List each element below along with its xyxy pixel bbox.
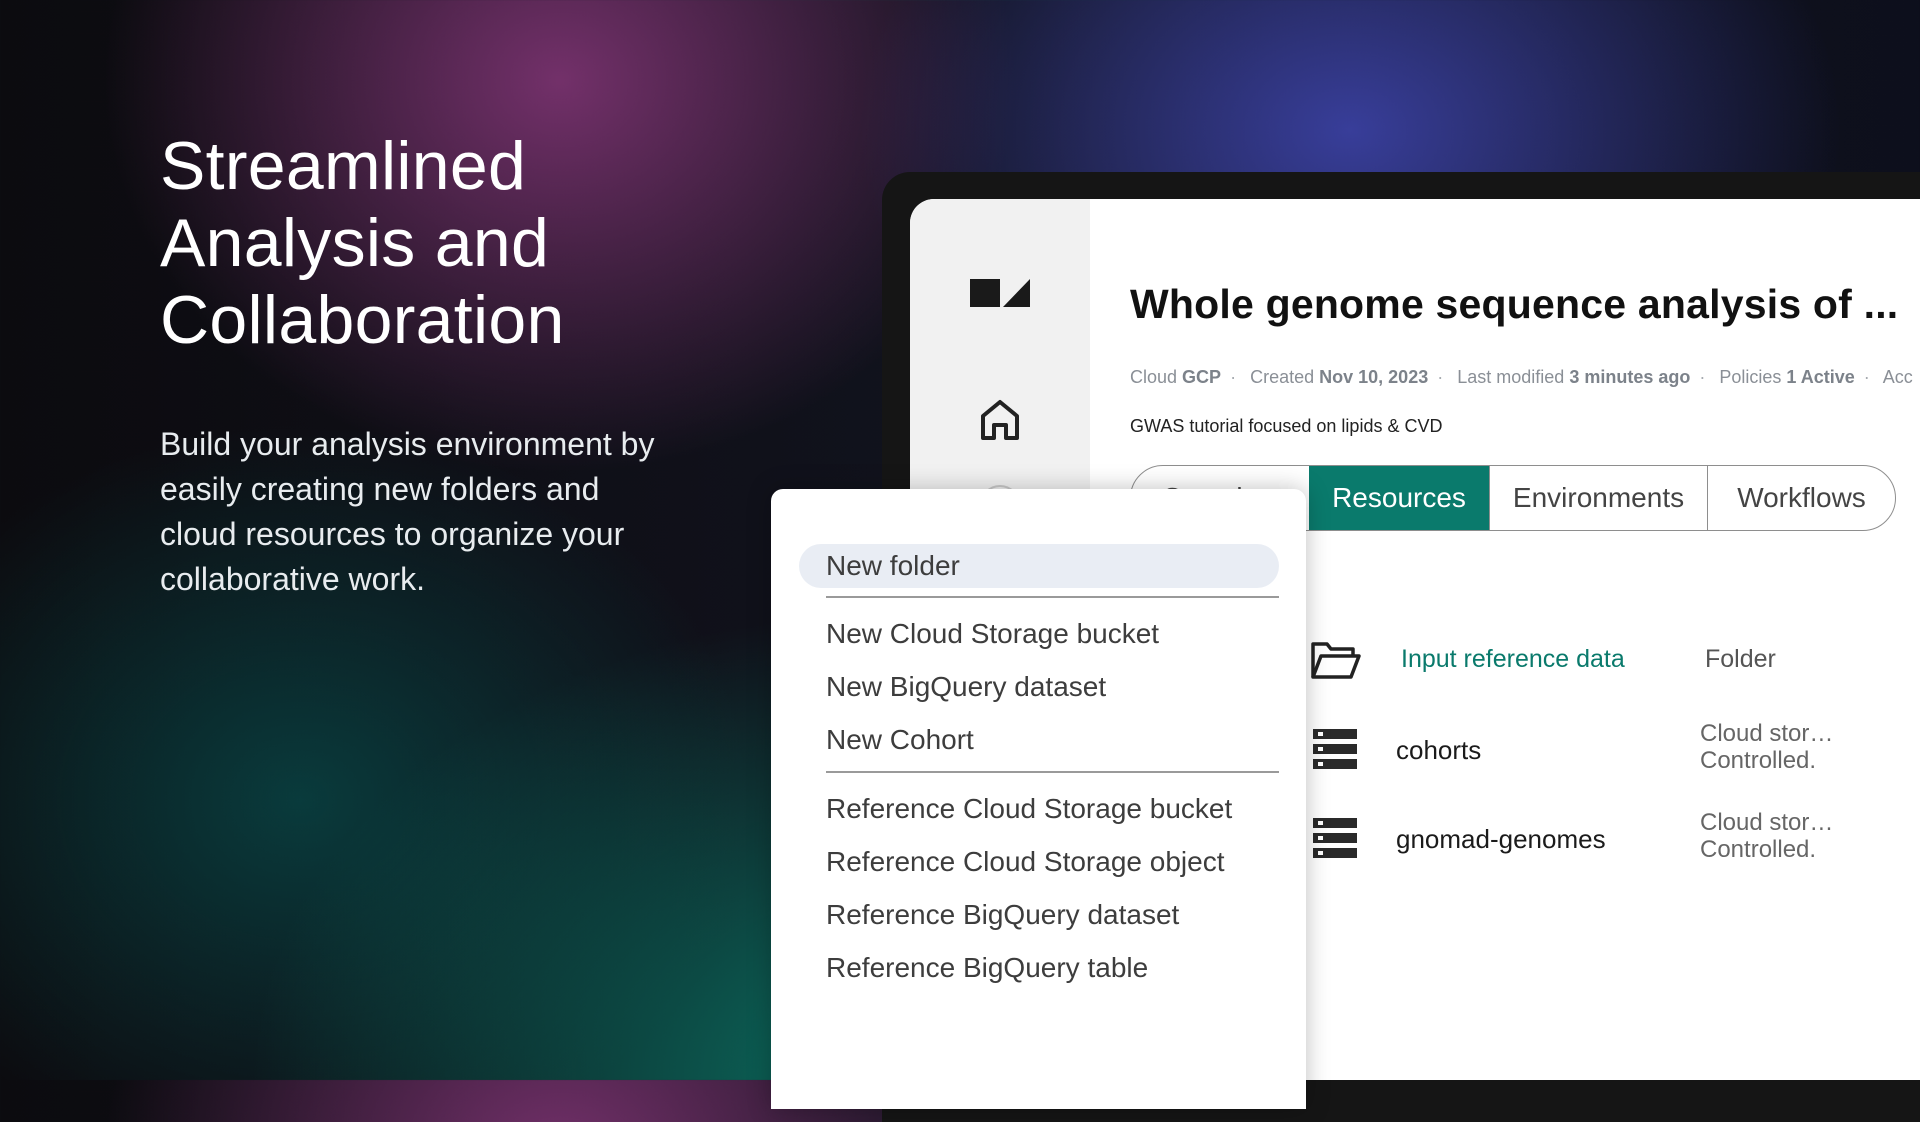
logo-icon[interactable] xyxy=(970,277,1030,307)
database-icon xyxy=(1313,818,1357,858)
database-icon xyxy=(1313,729,1357,769)
modified-value: 3 minutes ago xyxy=(1569,367,1691,387)
hero-title: Streamlined Analysis and Collaboration xyxy=(160,128,565,358)
resource-name[interactable]: Input reference data xyxy=(1401,645,1625,674)
created-label: Created xyxy=(1250,367,1315,387)
menu-divider xyxy=(826,596,1279,598)
menu-item-reference-bigquery-dataset[interactable]: Reference BigQuery dataset xyxy=(826,899,1179,931)
folder-open-icon xyxy=(1311,642,1361,679)
modified-label: Last modified xyxy=(1457,367,1565,387)
tab-workflows[interactable]: Workflows xyxy=(1707,466,1895,530)
tab-environments[interactable]: Environments xyxy=(1489,466,1707,530)
resource-name[interactable]: gnomad-genomes xyxy=(1396,824,1606,855)
workspace-description: GWAS tutorial focused on lipids & CVD xyxy=(1130,416,1443,436)
hero-subtitle: Build your analysis environment by easil… xyxy=(160,426,655,597)
menu-item-new-folder[interactable]: New folder xyxy=(799,544,1279,588)
cloud-value: GCP xyxy=(1182,367,1222,387)
cloud-label: Cloud xyxy=(1130,367,1178,387)
new-resource-menu: New folder New Cloud Storage bucket New … xyxy=(771,489,1306,1109)
policies-label: Policies xyxy=(1719,367,1782,387)
resource-type: Cloud stor… Controlled. xyxy=(1700,809,1834,863)
home-icon[interactable] xyxy=(979,398,1021,442)
workspace-meta: Cloud GCP · Created Nov 10, 2023 · Last mo… xyxy=(1130,367,1913,387)
menu-item-new-bigquery-dataset[interactable]: New BigQuery dataset xyxy=(826,671,1106,703)
menu-item-reference-cloud-storage-bucket[interactable]: Reference Cloud Storage bucket xyxy=(826,793,1232,825)
created-value: Nov 10, 2023 xyxy=(1319,367,1429,387)
workspace-title: Whole genome sequence analysis of ... xyxy=(1130,281,1899,327)
resource-type: Folder xyxy=(1705,645,1776,673)
menu-item-reference-cloud-storage-object[interactable]: Reference Cloud Storage object xyxy=(826,846,1224,878)
menu-item-new-cohort[interactable]: New Cohort xyxy=(826,724,974,756)
menu-item-reference-bigquery-table[interactable]: Reference BigQuery table xyxy=(826,952,1148,984)
menu-item-new-cloud-storage-bucket[interactable]: New Cloud Storage bucket xyxy=(826,618,1159,650)
menu-divider xyxy=(826,771,1279,773)
access-label: Acc xyxy=(1882,367,1913,387)
resource-name[interactable]: cohorts xyxy=(1396,735,1481,766)
resource-type: Cloud stor… Controlled. xyxy=(1700,720,1834,774)
tab-resources[interactable]: Resources xyxy=(1309,466,1489,530)
policies-value[interactable]: 1 Active xyxy=(1786,367,1854,387)
